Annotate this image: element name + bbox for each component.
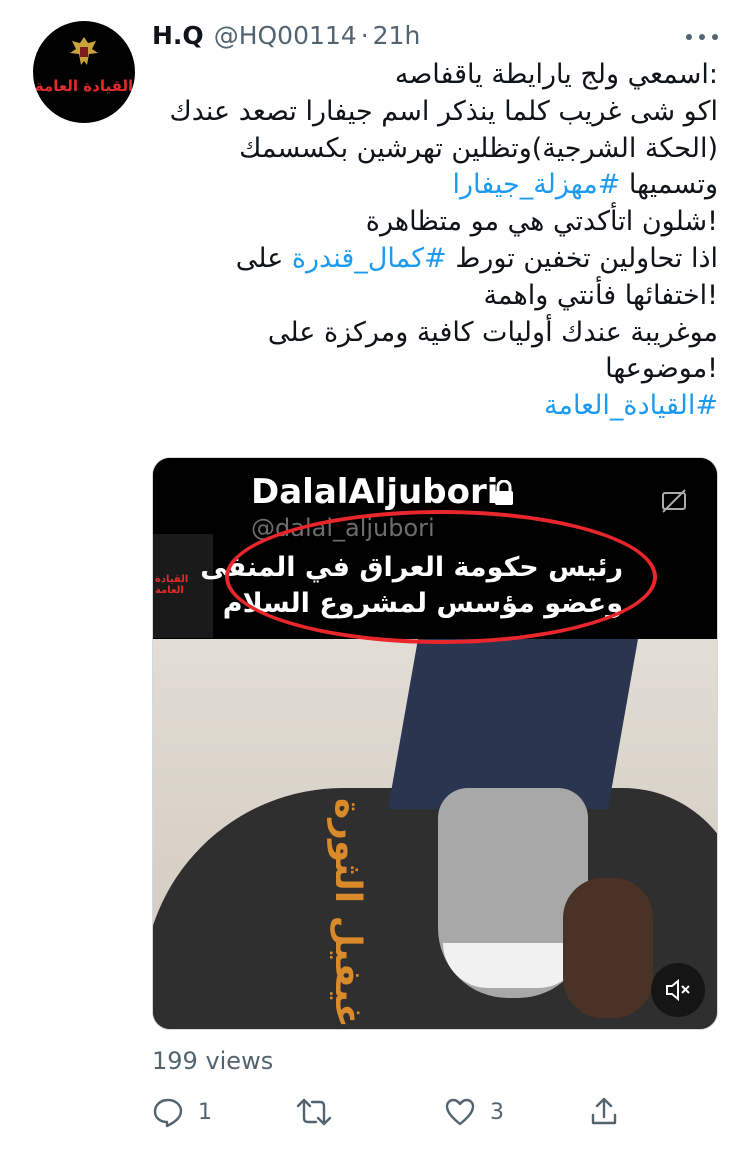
like-count: 3 (490, 1099, 504, 1125)
tweet-text-segment: موغريبة عندك أوليات كافية ومركزة على (267, 316, 718, 348)
mute-icon (666, 978, 690, 1002)
author-name[interactable]: H.Q (152, 21, 204, 50)
hashtag-link[interactable]: #كمال_قندرة (292, 243, 447, 274)
view-count: 199 views (152, 1047, 274, 1075)
jacket-print: غيفيل الثورة (327, 798, 368, 1028)
tweet-text-line: اكو شى غريب كلما ينذكر اسم جيفارا تصعد ع… (140, 94, 718, 131)
header-separator: · (360, 20, 369, 50)
tweet-media-video[interactable]: غيفيل الثورة القيادة العامة DalalAljubor… (152, 457, 718, 1030)
tweet-text-segment: اذا تحاولين تخفين تورط (446, 242, 718, 274)
video-scene-hand (563, 878, 653, 1018)
tweet-text: :اسمعي ولج يارايطة ياقفاصه اكو شى غريب كل… (140, 57, 718, 425)
reply-button[interactable]: 1 (152, 1092, 212, 1132)
share-button[interactable] (588, 1092, 620, 1132)
tweet-text-segment: (الحكة الشرجية)وتظلين تهرشين بكسسمك (239, 132, 718, 164)
tweet-text-line: !شلون اتأكدتي هي مو متظاهرة (140, 204, 718, 241)
tweet-text-segment: على (235, 242, 292, 274)
tweet-text-line: وتسميها #مهزلة_جيفارا (140, 167, 718, 204)
tweet-text-segment: !اختفائها فأنتي واهمة (483, 279, 718, 311)
hashtag-link[interactable]: #القيادة_العامة (544, 390, 718, 421)
video-scene-leg (388, 639, 638, 809)
tweet-text-line: !اختفائها فأنتي واهمة (140, 278, 718, 315)
mute-button[interactable] (651, 963, 705, 1017)
like-icon (445, 1098, 475, 1126)
action-bar: 1 3 (152, 1092, 718, 1132)
tweet-header: H.Q @HQ00114 · 21h (152, 18, 420, 52)
eagle-emblem-icon (70, 37, 98, 65)
tweet-text-segment: !شلون اتأكدتي هي مو متظاهرة (365, 206, 718, 238)
lock-icon (495, 480, 513, 505)
avatar[interactable]: القيادة العامة (33, 21, 135, 123)
reply-count: 1 (198, 1099, 212, 1125)
tweet-text-segment: !موضوعها (605, 353, 718, 385)
tweet-text-segment: :اسمعي ولج يارايطة ياقفاصه (394, 59, 718, 90)
tweet-text-line: موغريبة عندك أوليات كافية ومركزة على (140, 315, 718, 352)
avatar-label: القيادة العامة (34, 77, 134, 95)
retweet-button[interactable] (296, 1092, 346, 1132)
tweet-timestamp[interactable]: 21h (373, 21, 421, 50)
like-button[interactable]: 3 (444, 1092, 504, 1132)
video-overlay-name: DalalAljubori (251, 472, 499, 512)
more-icon[interactable] (686, 32, 720, 42)
highlight-ring (225, 510, 657, 644)
author-handle[interactable]: @HQ00114 (214, 21, 357, 50)
reply-icon (153, 1098, 183, 1128)
tweet-text-line: :اسمعي ولج يارايطة ياقفاصه (140, 57, 718, 94)
share-icon (591, 1097, 617, 1125)
tweet-text-line: اذا تحاولين تخفين تورط #كمال_قندرة على (140, 241, 718, 278)
captions-icon[interactable] (661, 488, 687, 514)
hashtag-link[interactable]: #مهزلة_جيفارا (452, 169, 620, 200)
tweet-text-line: (الحكة الشرجية)وتظلين تهرشين بكسسمك (140, 131, 718, 168)
tweet-text-segment: وتسميها (620, 169, 718, 201)
tweet-text-segment: اكو شى غريب كلما ينذكر اسم جيفارا تصعد ع… (169, 95, 718, 127)
retweet-icon (296, 1098, 332, 1126)
tweet-text-line: #القيادة_العامة (140, 388, 718, 425)
tweet-text-line: !موضوعها (140, 351, 718, 388)
